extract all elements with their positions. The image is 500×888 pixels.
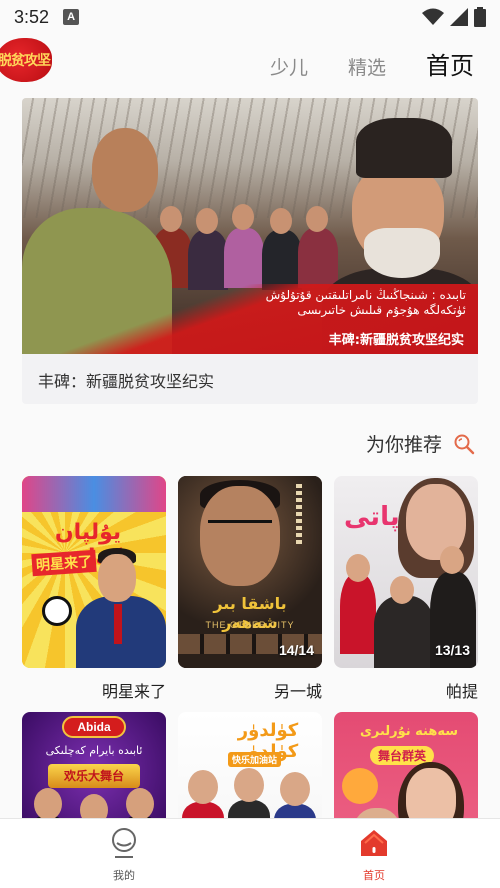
- episode-badge: 14/14: [278, 642, 314, 658]
- banner-overlay-uyghur: تابىدە : شىنجاڭنىڭ نامراتلىقتىن قۇتۇلۇش …: [265, 288, 466, 317]
- banner-image: تابىدە : شىنجاڭنىڭ نامراتلىقتىن قۇتۇلۇش …: [22, 98, 478, 354]
- card-title: 明星来了: [101, 682, 166, 701]
- home-icon: [361, 830, 387, 856]
- logo-text: 脱贫攻坚: [0, 53, 51, 69]
- card-title: 另一城: [273, 682, 322, 701]
- planet-decoration: [342, 768, 378, 804]
- banner-overlay-title: 丰碑:新疆脱贫攻坚纪实: [328, 333, 464, 348]
- profile-icon: [112, 828, 136, 858]
- recommend-title: 为你推荐: [365, 434, 442, 456]
- bottom-nav: 我的 首页: [0, 818, 500, 888]
- search-icon[interactable]: [452, 432, 476, 456]
- card-title: 帕提: [445, 682, 478, 701]
- banner-card[interactable]: تابىدە : شىنجاڭنىڭ نامراتلىقتىن قۇتۇلۇش …: [22, 98, 478, 404]
- poster-tag: 快乐加油站: [228, 752, 282, 767]
- poster-title-uyghur: پاتى: [344, 502, 400, 532]
- nav-label: 我的: [113, 869, 135, 882]
- top-tabs: 少儿 精选 首页: [270, 46, 474, 81]
- nav-item-profile[interactable]: 我的: [84, 827, 164, 883]
- episode-badge: 13/13: [434, 642, 470, 658]
- grid-card[interactable]: باشقا بىر شەھەر THE OTHER CITY 14/14 另一城: [178, 476, 322, 701]
- status-bar: 3:52 A: [0, 0, 500, 34]
- wifi-icon: [422, 8, 444, 25]
- grid-card[interactable]: يۇلپان كەلدى 明星来了 明星来了: [22, 476, 166, 701]
- poster-tag: 欢乐大舞台: [48, 764, 140, 788]
- recommend-header: 为你推荐: [0, 426, 500, 460]
- card-thumbnail[interactable]: پاتى 13/13: [334, 476, 478, 668]
- tab-kids[interactable]: 少儿: [270, 53, 308, 80]
- banner-caption: 丰碑：新疆脱贫攻坚纪实: [38, 372, 215, 391]
- header: 脱贫攻坚 少儿 精选 首页: [0, 34, 500, 94]
- grid-card[interactable]: پاتى 13/13 帕提: [334, 476, 478, 701]
- nav-item-home[interactable]: 首页: [334, 827, 414, 883]
- battery-icon: [474, 7, 486, 27]
- nav-label: 首页: [363, 869, 385, 882]
- app-logo[interactable]: 脱贫攻坚: [0, 38, 52, 82]
- status-icons: [422, 7, 486, 27]
- microphone-icon: [42, 596, 72, 626]
- card-thumbnail[interactable]: يۇلپان كەلدى 明星来了: [22, 476, 166, 668]
- card-thumbnail[interactable]: باشقا بىر شەھەر THE OTHER CITY 14/14: [178, 476, 322, 668]
- poster-logo: Abida: [62, 716, 126, 738]
- poster-title-english: THE OTHER CITY: [205, 620, 295, 630]
- poster-tag: 明星来了: [31, 549, 97, 577]
- signal-icon: [450, 8, 468, 26]
- tab-home[interactable]: 首页: [426, 46, 474, 81]
- tab-featured[interactable]: 精选: [348, 53, 386, 80]
- poster-title-uyghur: ئابىدە بايرام كەچلىكى: [45, 744, 143, 757]
- status-time: 3:52: [14, 6, 50, 27]
- app-screen: 3:52 A 脱贫攻坚 少儿 精选 首页 تابىدە: شىنجاڭنىڭ …: [0, 0, 500, 888]
- poster-title-uyghur: سەھنە نۇرلىرى: [359, 724, 459, 739]
- notification-icon: A: [63, 9, 80, 25]
